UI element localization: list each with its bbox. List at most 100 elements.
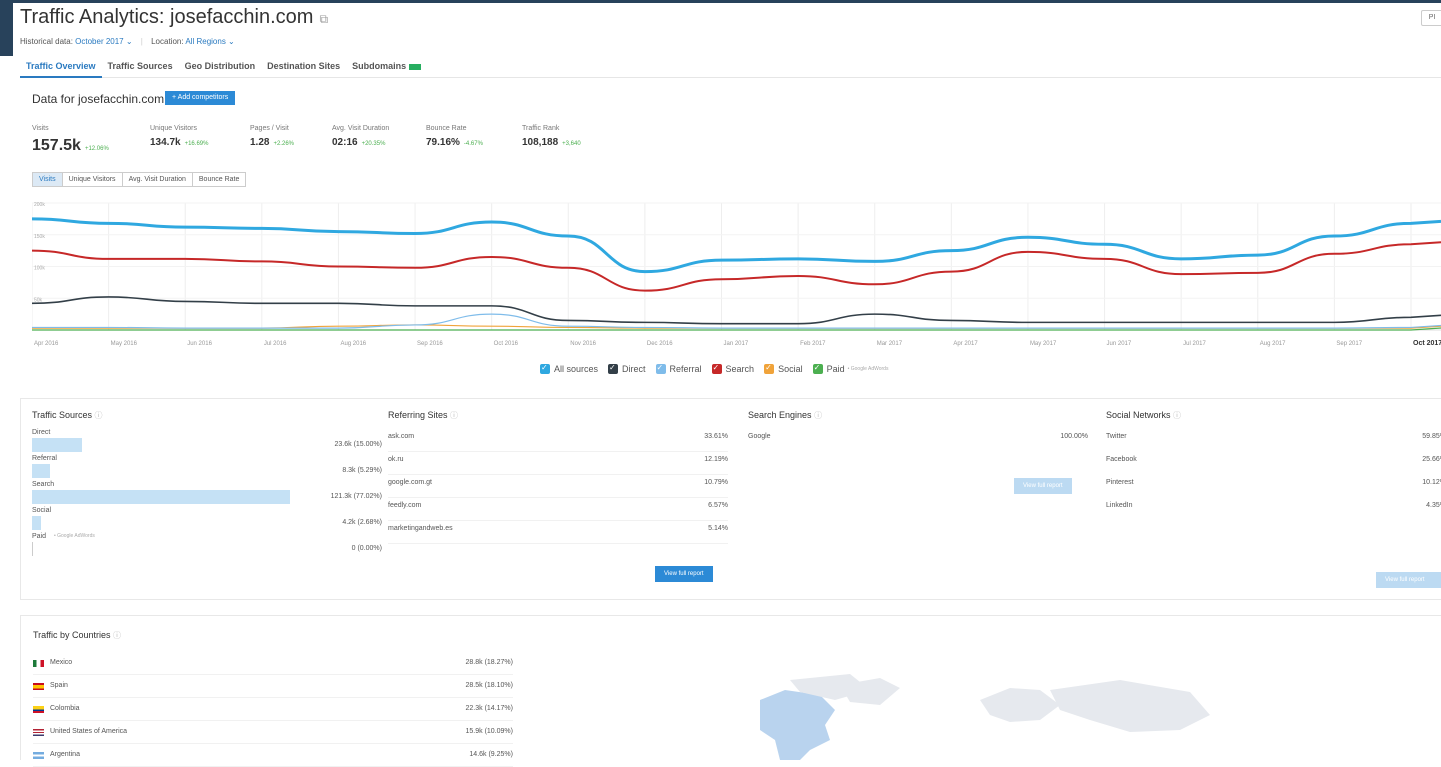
pdf-export-button[interactable]: PI — [1421, 10, 1441, 26]
source-name: Referral — [32, 455, 57, 462]
kpi-label: Unique Visitors — [150, 125, 197, 132]
metric-tab-bounce-rate[interactable]: Bounce Rate — [191, 172, 247, 187]
x-tick-label: Oct 2017 — [1413, 340, 1441, 347]
social-networks-card: Social Networks ⓘ Twitter 59.85% Facebook 2… — [1106, 410, 1441, 521]
referring-site-row[interactable]: marketingandweb.es 5.14% — [388, 521, 728, 544]
location-label: Location: — [151, 37, 184, 46]
location-select[interactable]: All Regions ⌄ — [185, 37, 234, 46]
social-network-row[interactable]: LinkedIn 4.35% — [1106, 498, 1441, 521]
legend-label: All sources — [554, 364, 599, 374]
legend-label: Search — [725, 364, 755, 374]
argentina-flag-icon — [33, 752, 44, 759]
legend-search[interactable]: Search — [711, 363, 755, 374]
usa-flag-icon — [33, 729, 44, 736]
historical-label: Historical data: — [20, 37, 73, 46]
referring-sites-card: Referring Sites ⓘ ask.com 33.61% ok.ru 12.1… — [388, 410, 728, 544]
traffic-sources-card: Traffic Sources ⓘ Direct 23.6k (15.00%) Re… — [32, 410, 382, 559]
search-engines-card: Search Engines ⓘ Google 100.00% — [748, 410, 1088, 452]
tab-traffic-sources[interactable]: Traffic Sources — [102, 58, 179, 78]
legend-social[interactable]: Social — [764, 363, 803, 374]
info-icon[interactable]: ⓘ — [814, 411, 822, 420]
legend-label: Direct — [622, 364, 646, 374]
x-tick-label: Jun 2016 — [187, 341, 212, 347]
series-line-direct[interactable] — [32, 296, 1441, 325]
x-tick-label: Apr 2016 — [34, 341, 59, 347]
country-row[interactable]: United States of America 15.9k (10.09%) — [33, 722, 513, 744]
card-title-text: Social Networks — [1106, 410, 1171, 420]
social-networks-list: Twitter 59.85% Facebook 25.66% Pinterest 10.1… — [1106, 429, 1441, 521]
search-engines-list: Google 100.00% — [748, 429, 1088, 452]
tab-destination-sites[interactable]: Destination Sites — [261, 58, 346, 78]
metric-tab-visits[interactable]: Visits — [32, 172, 63, 187]
referring-site-row-value: 12.19% — [704, 456, 728, 463]
series-line-all-sources[interactable] — [32, 217, 1441, 274]
source-bar — [32, 542, 33, 556]
referring-site-row[interactable]: google.com.gt 10.79% — [388, 475, 728, 498]
search-view-full-report-button[interactable]: View full report — [1014, 478, 1072, 494]
historical-data-select[interactable]: October 2017 ⌄ — [75, 37, 132, 46]
info-icon[interactable]: ⓘ — [113, 631, 121, 640]
search-engine-row[interactable]: Google 100.00% — [748, 429, 1088, 452]
country-row[interactable]: Colombia 22.3k (14.17%) — [33, 699, 513, 721]
kpi-unique-visitors: Unique Visitors 134.7k +16.69% — [150, 125, 230, 155]
info-icon[interactable]: ⓘ — [450, 411, 458, 420]
source-value: 0 (0.00%) — [351, 545, 382, 552]
legend-paid[interactable]: Paid• Google AdWords — [812, 363, 889, 374]
card-title-text: Traffic by Countries — [33, 630, 111, 640]
search-engine-row-name: Google — [748, 433, 771, 440]
kpi-value: 02:16 +20.35% — [332, 137, 406, 148]
referring-site-row[interactable]: ask.com 33.61% — [388, 429, 728, 452]
kpi-value: 79.16% -4.67% — [426, 137, 502, 148]
tab-traffic-overview[interactable]: Traffic Overview — [20, 58, 102, 78]
source-bar — [32, 438, 83, 452]
x-tick-label: Sep 2017 — [1336, 341, 1362, 347]
traffic-by-countries-card: Traffic by Countries ⓘ Mexico 28.8k (18.2… — [20, 615, 1441, 767]
social-network-row[interactable]: Facebook 25.66% — [1106, 452, 1441, 475]
social-network-row[interactable]: Pinterest 10.12% — [1106, 475, 1441, 498]
legend-all-sources[interactable]: All sources — [540, 363, 599, 374]
metric-tab-unique-visitors[interactable]: Unique Visitors — [61, 172, 123, 187]
social-network-row[interactable]: Twitter 59.85% — [1106, 429, 1441, 452]
series-line-referral[interactable] — [32, 313, 1441, 329]
referring-view-full-report-button[interactable]: View full report — [655, 566, 713, 582]
traffic-source-row[interactable]: Social 4.2k (2.68%) — [32, 507, 382, 533]
source-bar — [32, 464, 50, 478]
country-row[interactable]: Mexico 28.8k (18.27%) — [33, 653, 513, 675]
legend-direct[interactable]: Direct — [608, 363, 646, 374]
legend-note: • Google AdWords — [847, 366, 889, 372]
europe-shape — [980, 688, 1060, 722]
kpi-traffic-rank: Traffic Rank 108,188 +3,640 — [522, 125, 622, 155]
traffic-source-row[interactable]: Search 121.3k (77.02%) — [32, 481, 382, 507]
kpi-value: 134.7k +16.69% — [150, 137, 230, 148]
traffic-source-row[interactable]: Referral 8.3k (5.29%) — [32, 455, 382, 481]
external-link-icon[interactable]: ⧉ — [319, 12, 328, 26]
kpi-change: +16.69% — [184, 141, 209, 147]
colombia-flag-icon — [33, 706, 44, 713]
country-row[interactable]: Spain 28.5k (18.10%) — [33, 676, 513, 698]
tab-geo-distribution[interactable]: Geo Distribution — [179, 58, 262, 78]
traffic-source-row[interactable]: Paid • Google AdWords 0 (0.00%) — [32, 533, 382, 559]
tab-subdomains[interactable]: Subdomains — [346, 58, 427, 78]
kpi-change: -4.67% — [463, 141, 483, 147]
card-title: Referring Sites ⓘ — [388, 410, 728, 421]
spain-flag-icon — [33, 683, 44, 690]
kpi-number: 108,188 — [522, 137, 559, 148]
legend-referral[interactable]: Referral — [655, 363, 702, 374]
source-bar — [32, 490, 291, 504]
country-row[interactable]: Argentina 14.6k (9.25%) — [33, 745, 513, 767]
checkbox-icon — [608, 363, 619, 374]
source-value: 8.3k (5.29%) — [342, 467, 382, 474]
y-tick-label: 150k — [34, 234, 45, 240]
kpi-pages-visit: Pages / Visit 1.28 +2.26% — [250, 125, 312, 155]
legend-label: Paid — [826, 364, 845, 374]
referring-site-row[interactable]: ok.ru 12.19% — [388, 452, 728, 475]
referring-site-row[interactable]: feedly.com 6.57% — [388, 498, 728, 521]
info-icon[interactable]: ⓘ — [95, 411, 103, 420]
traffic-source-row[interactable]: Direct 23.6k (15.00%) — [32, 429, 382, 455]
add-competitors-button[interactable]: + Add competitors — [165, 91, 236, 105]
north-america-shape — [760, 690, 835, 760]
metric-tab-avg-visit-duration[interactable]: Avg. Visit Duration — [121, 172, 193, 187]
social-view-full-report-button[interactable]: View full report — [1376, 572, 1441, 588]
social-network-row-name: Facebook — [1106, 456, 1137, 463]
info-icon[interactable]: ⓘ — [1173, 411, 1181, 420]
